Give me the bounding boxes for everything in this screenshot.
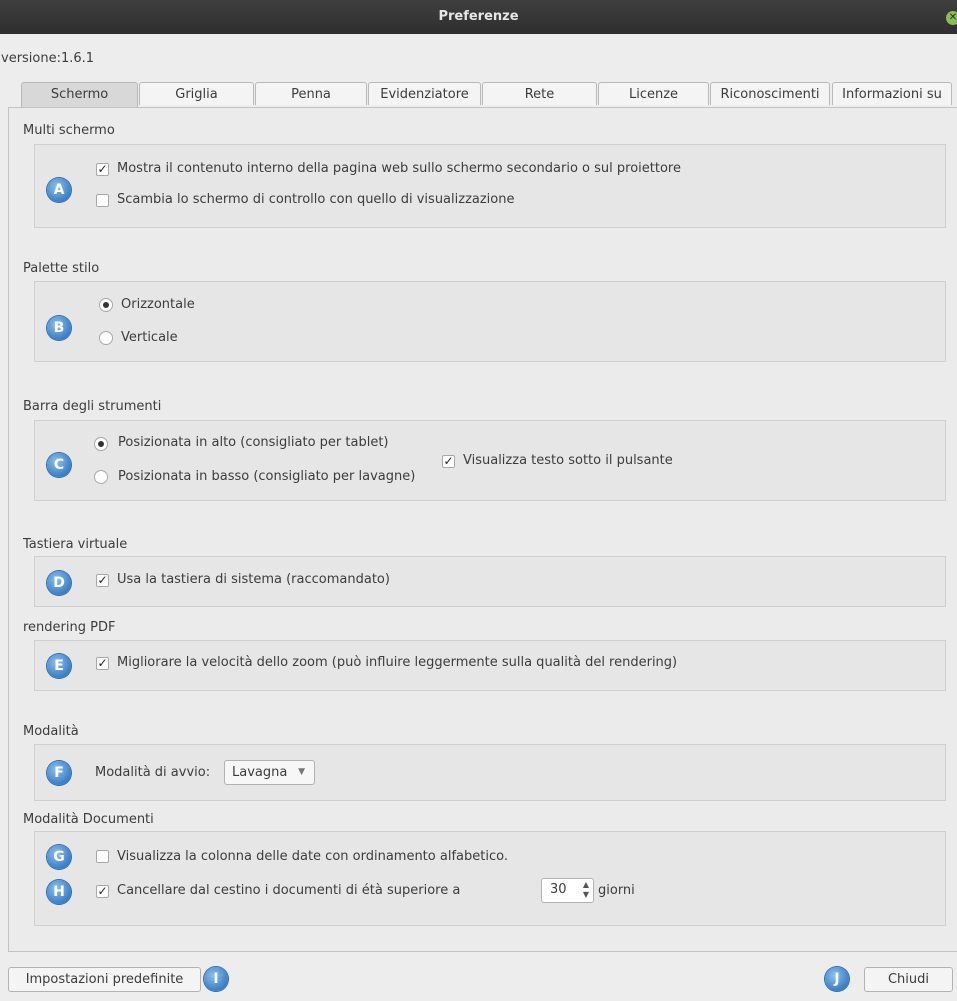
title-bar: Preferenze ✕ bbox=[0, 0, 957, 34]
window-title: Preferenze bbox=[438, 9, 519, 24]
system-keyboard-label: Usa la tastiera di sistema (raccomandato… bbox=[117, 572, 390, 587]
badge-j-icon: J bbox=[825, 967, 849, 991]
check-mark-icon: ✓ bbox=[97, 884, 108, 898]
vertical-radio[interactable] bbox=[99, 331, 113, 345]
close-button[interactable]: Chiudi bbox=[864, 967, 953, 992]
tab-rete[interactable]: Rete bbox=[482, 82, 597, 105]
dropdown-arrow-icon: ▼ bbox=[298, 767, 305, 777]
toolbar-top-radio[interactable] bbox=[94, 437, 108, 451]
restore-defaults-button[interactable]: Impostazioni predefinite bbox=[8, 967, 201, 992]
tab-informazioni[interactable]: Informazioni su bbox=[832, 82, 952, 105]
section-title-mode: Modalità bbox=[23, 724, 79, 739]
show-text-label: Visualizza testo sotto il pulsante bbox=[463, 453, 673, 468]
trash-days-spinbox[interactable]: 30 ▲ ▼ bbox=[541, 878, 594, 903]
tab-griglia[interactable]: Griglia bbox=[139, 82, 254, 105]
tab-riconoscimenti[interactable]: Riconoscimenti bbox=[710, 82, 830, 105]
swap-screens-checkbox[interactable] bbox=[96, 194, 109, 207]
badge-f-icon: F bbox=[47, 761, 71, 785]
show-text-checkbox[interactable]: ✓ bbox=[442, 455, 455, 468]
check-mark-icon: ✓ bbox=[97, 162, 108, 176]
start-mode-value: Lavagna bbox=[232, 765, 288, 780]
badge-g-icon: G bbox=[47, 845, 71, 869]
badge-d-icon: D bbox=[47, 571, 71, 595]
toolbar-top-label: Posizionata in alto (consigliato per tab… bbox=[118, 435, 389, 450]
vertical-label: Verticale bbox=[121, 330, 178, 345]
badge-e-icon: E bbox=[47, 654, 71, 678]
multi-screen-group bbox=[34, 144, 946, 228]
trash-days-unit: giorni bbox=[598, 883, 635, 898]
check-mark-icon: ✓ bbox=[97, 656, 108, 670]
section-title-documents: Modalità Documenti bbox=[23, 812, 154, 827]
spin-arrows-icon: ▲ ▼ bbox=[582, 880, 589, 899]
toolbar-bottom-radio[interactable] bbox=[94, 470, 108, 484]
system-keyboard-checkbox[interactable]: ✓ bbox=[96, 574, 109, 587]
section-title-palette: Palette stilo bbox=[23, 261, 100, 276]
badge-h-icon: H bbox=[47, 880, 71, 904]
check-mark-icon: ✓ bbox=[443, 454, 454, 468]
horizontal-radio[interactable] bbox=[99, 298, 113, 312]
badge-i-icon: I bbox=[204, 967, 228, 991]
tab-licenze[interactable]: Licenze bbox=[598, 82, 709, 105]
trash-cleanup-label: Cancellare dal cestino i documenti di ét… bbox=[117, 883, 461, 898]
zoom-speed-label: Migliorare la velocità dello zoom (può i… bbox=[117, 655, 678, 670]
tab-penna[interactable]: Penna bbox=[255, 82, 367, 105]
zoom-speed-checkbox[interactable]: ✓ bbox=[96, 657, 109, 670]
tab-schermo[interactable]: Schermo bbox=[21, 82, 138, 107]
badge-c-icon: C bbox=[47, 453, 71, 477]
show-web-content-checkbox[interactable]: ✓ bbox=[96, 163, 109, 176]
section-title-keyboard: Tastiera virtuale bbox=[23, 537, 128, 552]
show-web-content-label: Mostra il contenuto interno della pagina… bbox=[117, 161, 681, 176]
palette-group bbox=[34, 281, 946, 362]
section-title-toolbar: Barra degli strumenti bbox=[23, 399, 162, 414]
show-dates-label: Visualizza la colonna delle date con ord… bbox=[117, 849, 508, 864]
trash-days-value: 30 bbox=[550, 882, 567, 897]
show-dates-checkbox[interactable] bbox=[96, 850, 109, 863]
section-title-multi-screen: Multi schermo bbox=[23, 123, 115, 138]
close-window-icon[interactable]: ✕ bbox=[946, 11, 957, 25]
trash-cleanup-checkbox[interactable]: ✓ bbox=[96, 885, 109, 898]
version-label: versione:1.6.1 bbox=[1, 51, 95, 66]
swap-screens-label: Scambia lo schermo di controllo con quel… bbox=[117, 192, 515, 207]
start-mode-label: Modalità di avvio: bbox=[95, 765, 211, 780]
start-mode-select[interactable]: Lavagna ▼ bbox=[224, 760, 315, 785]
toolbar-bottom-label: Posizionata in basso (consigliato per la… bbox=[118, 469, 416, 484]
check-mark-icon: ✓ bbox=[97, 573, 108, 587]
badge-a-icon: A bbox=[47, 178, 71, 202]
tab-evidenziatore[interactable]: Evidenziatore bbox=[368, 82, 481, 105]
documents-group bbox=[34, 831, 946, 926]
section-title-pdf: rendering PDF bbox=[23, 620, 116, 635]
horizontal-label: Orizzontale bbox=[121, 297, 195, 312]
badge-b-icon: B bbox=[47, 316, 71, 340]
